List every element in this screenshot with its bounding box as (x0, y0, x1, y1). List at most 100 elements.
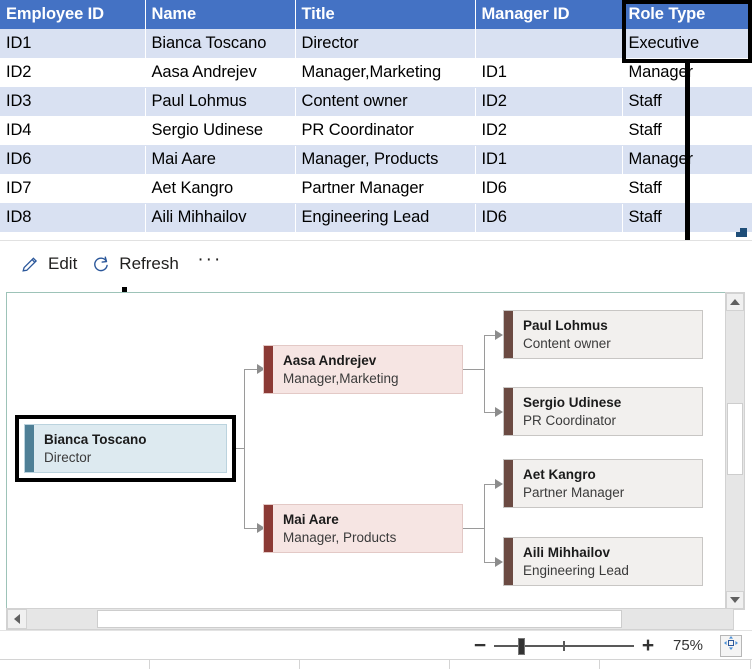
edit-button[interactable]: Edit (16, 250, 87, 278)
employee-table-region: Employee ID Name Title Manager ID Role T… (0, 0, 752, 240)
node-accent-bar (264, 505, 273, 552)
grid-cell (300, 660, 450, 669)
node-body: Mai Aare Manager, Products (273, 505, 462, 552)
cell-name[interactable]: Aili Mihhailov (145, 203, 296, 233)
table-resize-handle[interactable] (736, 228, 747, 237)
cell-name[interactable]: Aet Kangro (145, 174, 296, 204)
cell-role-type[interactable]: Executive (622, 29, 752, 59)
fit-to-window-button[interactable] (720, 634, 742, 657)
cell-manager-id[interactable]: ID2 (475, 87, 623, 117)
cell-name[interactable]: Mai Aare (145, 145, 296, 175)
chart-horizontal-scrollbar[interactable] (6, 608, 734, 630)
table-row[interactable]: ID8 Aili Mihhailov Engineering Lead ID6 … (0, 203, 752, 233)
edit-label: Edit (48, 254, 78, 273)
node-title: PR Coordinator (523, 412, 617, 428)
node-body: Aasa Andrejev Manager,Marketing (273, 346, 462, 393)
zoom-level-label[interactable]: 75% (662, 637, 714, 654)
column-header-employee-id[interactable]: Employee ID (0, 0, 146, 29)
cell-title[interactable]: Content owner (295, 87, 476, 117)
table-row[interactable]: ID3 Paul Lohmus Content owner ID2 Staff (0, 87, 752, 117)
status-bar: − + 75% (0, 630, 752, 660)
node-title: Manager, Products (283, 529, 397, 545)
org-chart-canvas[interactable]: Bianca Toscano Director Aasa Andrejev Ma… (6, 292, 734, 610)
connector-arrow-icon (495, 407, 503, 417)
table-row[interactable]: ID6 Mai Aare Manager, Products ID1 Manag… (0, 145, 752, 175)
org-node-aili-mihhailov[interactable]: Aili Mihhailov Engineering Lead (503, 537, 703, 586)
scroll-left-button[interactable] (7, 609, 27, 629)
cell-employee-id[interactable]: ID6 (0, 145, 146, 175)
node-name: Bianca Toscano (44, 432, 147, 447)
fit-to-window-icon (723, 635, 739, 656)
node-title: Manager,Marketing (283, 370, 399, 386)
table-row[interactable]: ID1 Bianca Toscano Director Executive (0, 29, 752, 59)
zoom-slider-thumb[interactable] (518, 637, 525, 655)
cell-employee-id[interactable]: ID7 (0, 174, 146, 204)
zoom-slider[interactable] (494, 636, 634, 656)
node-name: Mai Aare (283, 512, 339, 527)
connector-arrow-icon (495, 557, 503, 567)
cell-title[interactable]: Engineering Lead (295, 203, 476, 233)
column-header-role-type[interactable]: Role Type (622, 0, 752, 29)
cell-manager-id[interactable]: ID2 (475, 116, 623, 146)
column-header-manager-id[interactable]: Manager ID (475, 0, 623, 29)
cell-title[interactable]: Partner Manager (295, 174, 476, 204)
scroll-up-button[interactable] (726, 293, 744, 311)
cell-name[interactable]: Bianca Toscano (145, 29, 296, 59)
refresh-icon (91, 254, 111, 274)
node-accent-bar (504, 538, 513, 585)
grid-cell (150, 660, 300, 669)
column-header-name[interactable]: Name (145, 0, 296, 29)
cell-employee-id[interactable]: ID8 (0, 203, 146, 233)
cell-employee-id[interactable]: ID4 (0, 116, 146, 146)
node-body: Paul Lohmus Content owner (513, 311, 702, 358)
connector-arrow-icon (495, 330, 503, 340)
org-node-mai-aare[interactable]: Mai Aare Manager, Products (263, 504, 463, 553)
cell-manager-id[interactable]: ID6 (475, 174, 623, 204)
cell-title[interactable]: Director (295, 29, 476, 59)
triangle-left-icon (14, 614, 20, 624)
zoom-in-button[interactable]: + (634, 635, 662, 656)
node-title: Engineering Lead (523, 562, 629, 578)
table-row[interactable]: ID4 Sergio Udinese PR Coordinator ID2 St… (0, 116, 752, 146)
cell-manager-id[interactable]: ID1 (475, 58, 623, 88)
node-body: Aili Mihhailov Engineering Lead (513, 538, 702, 585)
vertical-scroll-thumb[interactable] (727, 403, 743, 475)
node-body: Aet Kangro Partner Manager (513, 460, 702, 507)
node-name: Aili Mihhailov (523, 545, 611, 560)
org-node-paul-lohmus[interactable]: Paul Lohmus Content owner (503, 310, 703, 359)
cell-name[interactable]: Paul Lohmus (145, 87, 296, 117)
connector-line (462, 528, 484, 529)
cell-title[interactable]: Manager,Marketing (295, 58, 476, 88)
cell-name[interactable]: Aasa Andrejev (145, 58, 296, 88)
column-header-title[interactable]: Title (295, 0, 476, 29)
cell-manager-id[interactable]: ID1 (475, 145, 623, 175)
org-node-aasa-andrejev[interactable]: Aasa Andrejev Manager,Marketing (263, 345, 463, 394)
triangle-up-icon (730, 299, 740, 305)
refresh-button[interactable]: Refresh (87, 250, 189, 278)
cell-employee-id[interactable]: ID2 (0, 58, 146, 88)
horizontal-scroll-thumb[interactable] (97, 610, 622, 628)
org-node-aet-kangro[interactable]: Aet Kangro Partner Manager (503, 459, 703, 508)
node-name: Paul Lohmus (523, 318, 608, 333)
cell-title[interactable]: Manager, Products (295, 145, 476, 175)
pencil-icon (20, 254, 40, 274)
table-row[interactable]: ID7 Aet Kangro Partner Manager ID6 Staff (0, 174, 752, 204)
connector-line (484, 335, 485, 413)
cell-name[interactable]: Sergio Udinese (145, 116, 296, 146)
employee-table: Employee ID Name Title Manager ID Role T… (0, 0, 752, 233)
cell-employee-id[interactable]: ID3 (0, 87, 146, 117)
cell-title[interactable]: PR Coordinator (295, 116, 476, 146)
app-window: Employee ID Name Title Manager ID Role T… (0, 0, 752, 669)
cell-manager-id[interactable]: ID6 (475, 203, 623, 233)
overflow-menu-button[interactable]: ··· (195, 249, 225, 276)
scroll-down-button[interactable] (726, 591, 744, 609)
cell-manager-id[interactable] (475, 29, 623, 59)
chart-vertical-scrollbar[interactable] (725, 292, 745, 610)
org-node-bianca-toscano[interactable]: Bianca Toscano Director (24, 424, 227, 473)
zoom-out-button[interactable]: − (466, 635, 494, 656)
node-name: Aet Kangro (523, 467, 596, 482)
cell-employee-id[interactable]: ID1 (0, 29, 146, 59)
org-node-sergio-udinese[interactable]: Sergio Udinese PR Coordinator (503, 387, 703, 436)
grid-cell (0, 660, 150, 669)
table-row[interactable]: ID2 Aasa Andrejev Manager,Marketing ID1 … (0, 58, 752, 88)
